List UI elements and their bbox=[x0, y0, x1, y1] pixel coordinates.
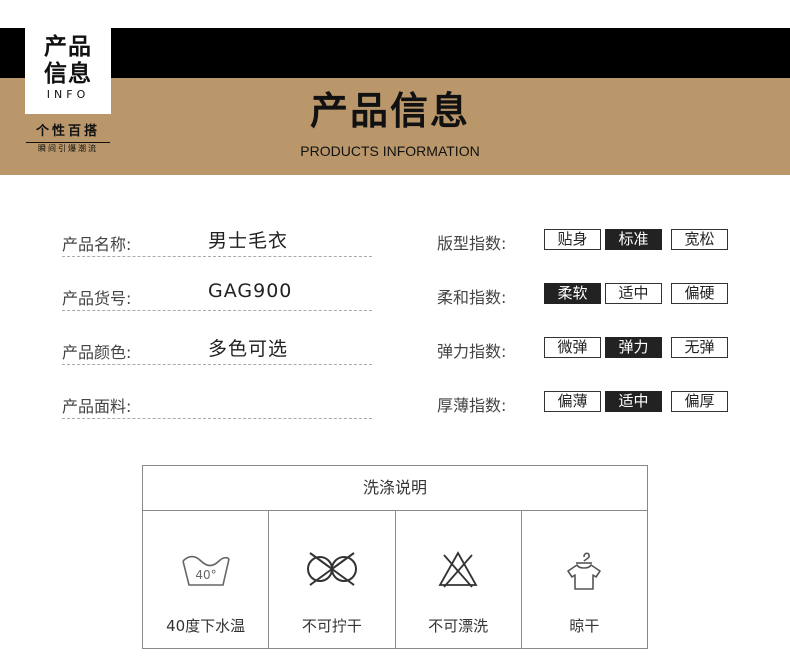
dashed-divider bbox=[62, 256, 372, 257]
logo-line-1: 产品 bbox=[44, 34, 92, 60]
product-info-list: 产品名称: 男士毛衣 产品货号: GAG900 产品颜色: 多色可选 产品面料: bbox=[62, 222, 372, 438]
wash-instructions: 洗涤说明 40° 40度下水温 不可拧干 不可漂洗 晾干 bbox=[142, 465, 648, 649]
slogan-sub: 瞬间引爆潮流 bbox=[26, 142, 110, 154]
info-label: 产品货号: bbox=[62, 289, 132, 308]
wash-40-icon: 40° bbox=[180, 549, 232, 593]
index-label: 柔和指数: bbox=[437, 288, 507, 307]
no-wring-icon bbox=[304, 549, 360, 593]
dashed-divider bbox=[62, 418, 372, 419]
wash-label: 不可拧干 bbox=[301, 617, 362, 635]
index-option: 偏硬 bbox=[671, 283, 728, 304]
dashed-divider bbox=[62, 364, 372, 365]
info-value: GAG900 bbox=[208, 280, 293, 302]
info-row-name: 产品名称: 男士毛衣 bbox=[62, 222, 372, 276]
hang-dry-icon bbox=[562, 549, 606, 597]
index-option: 柔软 bbox=[544, 283, 601, 304]
index-list: 版型指数: 贴身 标准 宽松 柔和指数: 柔软 适中 偏硬 弹力指数: 微弹 弹… bbox=[437, 222, 737, 438]
banner-black-band bbox=[0, 28, 790, 78]
index-option: 弹力 bbox=[605, 337, 662, 358]
index-label: 版型指数: bbox=[437, 234, 507, 253]
index-option: 宽松 bbox=[671, 229, 728, 250]
info-label: 产品名称: bbox=[62, 235, 132, 254]
wash-item-hang-dry: 晾干 bbox=[522, 511, 647, 648]
index-option: 适中 bbox=[605, 283, 662, 304]
index-option: 标准 bbox=[605, 229, 662, 250]
dashed-divider bbox=[62, 310, 372, 311]
index-option: 微弹 bbox=[544, 337, 601, 358]
index-label: 弹力指数: bbox=[437, 342, 507, 361]
index-option: 无弹 bbox=[671, 337, 728, 358]
info-row-fabric: 产品面料: bbox=[62, 384, 372, 438]
index-option: 适中 bbox=[605, 391, 662, 412]
index-option: 贴身 bbox=[544, 229, 601, 250]
wash-title: 洗涤说明 bbox=[143, 466, 647, 511]
info-row-color: 产品颜色: 多色可选 bbox=[62, 330, 372, 384]
wash-label: 不可漂洗 bbox=[428, 617, 489, 635]
logo-box: 产品 信息 INFO bbox=[25, 28, 111, 114]
slogan-main: 个性百搭 bbox=[35, 124, 100, 139]
info-value: 男士毛衣 bbox=[208, 230, 289, 252]
wash-item-no-wring: 不可拧干 bbox=[269, 511, 396, 648]
wash-item-40: 40° 40度下水温 bbox=[143, 511, 270, 648]
wash-item-no-bleach: 不可漂洗 bbox=[396, 511, 522, 648]
logo-line-2: 信息 bbox=[44, 61, 92, 87]
page-subtitle: PRODUCTS INFORMATION bbox=[300, 143, 480, 159]
svg-text:40°: 40° bbox=[195, 568, 216, 582]
index-label: 厚薄指数: bbox=[437, 396, 507, 415]
index-row-elasticity: 弹力指数: 微弹 弹力 无弹 bbox=[437, 330, 737, 384]
logo-en: INFO bbox=[46, 88, 90, 101]
index-option: 偏厚 bbox=[671, 391, 728, 412]
page-title: 产品信息 bbox=[309, 89, 470, 133]
no-bleach-icon bbox=[436, 549, 480, 593]
index-row-thickness: 厚薄指数: 偏薄 适中 偏厚 bbox=[437, 384, 737, 438]
wash-label: 晾干 bbox=[569, 617, 600, 635]
index-row-fit: 版型指数: 贴身 标准 宽松 bbox=[437, 222, 737, 276]
info-value: 多色可选 bbox=[208, 338, 289, 360]
slogan: 个性百搭 瞬间引爆潮流 bbox=[20, 124, 116, 154]
header-banner: 产品 信息 INFO 个性百搭 瞬间引爆潮流 产品信息 PRODUCTS INF… bbox=[0, 0, 790, 175]
info-label: 产品面料: bbox=[62, 397, 132, 416]
index-option: 偏薄 bbox=[544, 391, 601, 412]
info-row-sku: 产品货号: GAG900 bbox=[62, 276, 372, 330]
info-label: 产品颜色: bbox=[62, 343, 132, 362]
wash-label: 40度下水温 bbox=[166, 617, 246, 635]
index-row-softness: 柔和指数: 柔软 适中 偏硬 bbox=[437, 276, 737, 330]
